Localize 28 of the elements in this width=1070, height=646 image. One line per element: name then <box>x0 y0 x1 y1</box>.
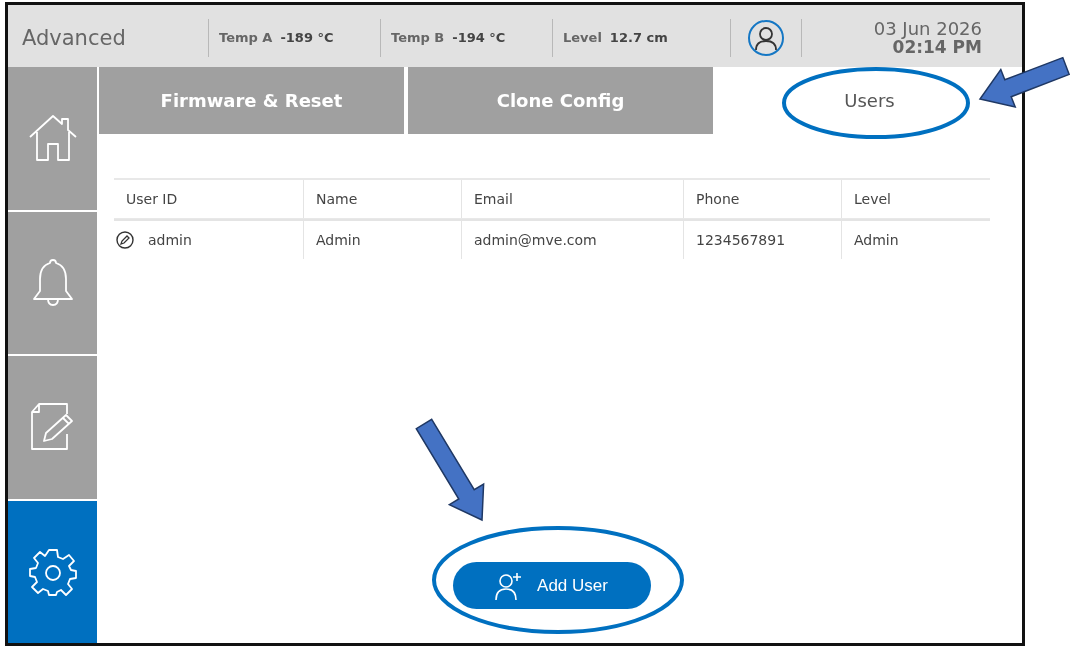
reading-label: Level <box>563 30 602 45</box>
column-header: User ID <box>114 180 304 218</box>
tab[interactable]: Firmware & Reset <box>99 67 404 134</box>
date-text: 03 Jun 2026 <box>873 18 982 38</box>
reading-label: Temp B <box>391 30 445 45</box>
user-avatar-icon[interactable] <box>747 18 785 57</box>
time-text: 02:14 PM <box>892 37 982 57</box>
edit-icon[interactable] <box>116 231 134 249</box>
column-header: Email <box>462 180 684 218</box>
reading-value: -189 °C <box>280 30 334 45</box>
reading-label: Temp A <box>219 30 273 45</box>
settings-icon <box>27 546 78 597</box>
add-user-button[interactable]: Add User <box>452 562 651 609</box>
table-cell: Admin <box>316 232 361 248</box>
tab[interactable]: Clone Config <box>408 67 713 134</box>
bell-icon <box>31 256 74 309</box>
table-cell: Admin <box>854 232 899 248</box>
column-header: Phone <box>684 180 842 218</box>
table-cell: 1234567891 <box>696 232 786 248</box>
column-header: Name <box>304 180 462 218</box>
reading-value: 12.7 cm <box>609 30 668 45</box>
table-cell: admin <box>148 232 192 248</box>
sidebar-button[interactable] <box>8 500 97 643</box>
edit-document-icon <box>29 402 76 453</box>
column-header: Level <box>853 190 892 209</box>
screen-title: Advanced <box>21 25 127 50</box>
table-cell: admin@mve.com <box>474 232 597 248</box>
reading-value: -194 °C <box>452 30 506 45</box>
